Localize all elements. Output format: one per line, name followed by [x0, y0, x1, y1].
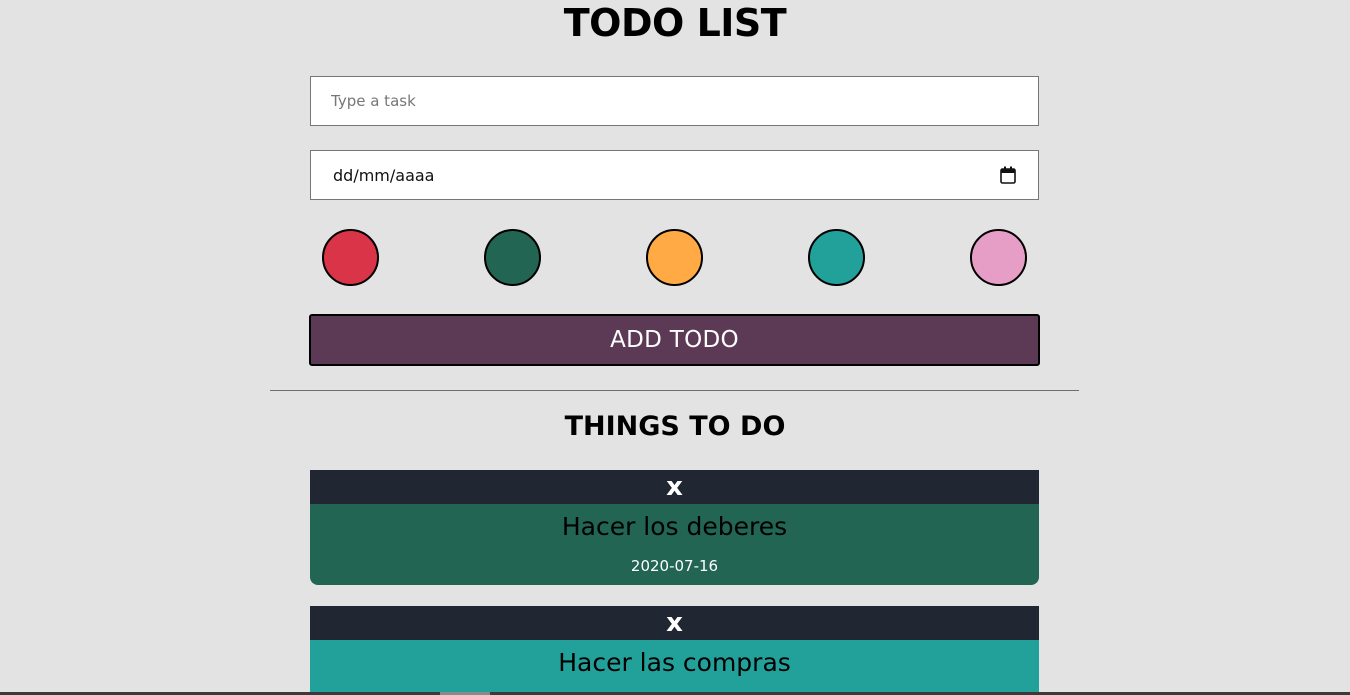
- page-title: TODO LIST: [563, 1, 787, 45]
- section-title: THINGS TO DO: [564, 411, 786, 442]
- add-todo-button[interactable]: ADD TODO: [309, 314, 1040, 366]
- date-field[interactable]: dd/mm/aaaa: [310, 150, 1039, 200]
- color-swatch-teal[interactable]: [808, 229, 865, 286]
- todo-card-body: Hacer los deberes 2020-07-16: [310, 504, 1039, 585]
- todo-card-body: Hacer las compras: [310, 640, 1039, 695]
- todo-card-header: x: [310, 470, 1039, 504]
- color-swatch-dark-green[interactable]: [484, 229, 541, 286]
- color-swatch-red[interactable]: [322, 229, 379, 286]
- todo-card-header: x: [310, 606, 1039, 640]
- color-swatch-orange[interactable]: [646, 229, 703, 286]
- todo-text: Hacer los deberes: [561, 512, 788, 541]
- date-placeholder: dd/mm/aaaa: [333, 165, 435, 185]
- todo-card: x Hacer los deberes 2020-07-16: [310, 470, 1039, 585]
- todo-text: Hacer las compras: [558, 648, 791, 677]
- color-picker: [322, 229, 1027, 286]
- divider: [270, 390, 1079, 391]
- todo-card: x Hacer las compras: [310, 606, 1039, 695]
- todo-date: 2020-07-16: [630, 557, 719, 575]
- calendar-icon[interactable]: [1000, 166, 1016, 184]
- task-input[interactable]: [310, 76, 1039, 126]
- delete-todo-button[interactable]: x: [666, 470, 683, 504]
- delete-todo-button[interactable]: x: [666, 606, 683, 640]
- color-swatch-pink[interactable]: [970, 229, 1027, 286]
